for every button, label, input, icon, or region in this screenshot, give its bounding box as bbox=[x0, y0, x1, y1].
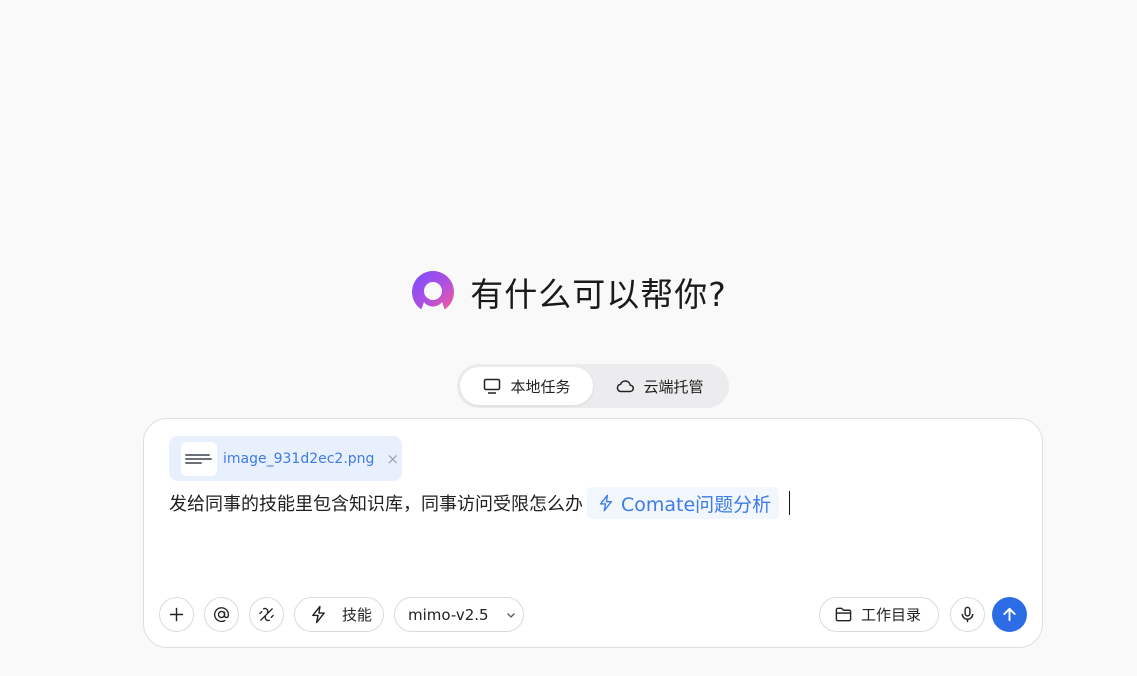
prompt-text[interactable]: 发给同事的技能里包含知识库，同事访问受限怎么办 bbox=[169, 490, 583, 516]
chevron-down-icon bbox=[506, 612, 515, 618]
remove-attachment-icon[interactable]: × bbox=[386, 450, 399, 468]
monitor-icon bbox=[484, 378, 501, 394]
lightning-icon bbox=[312, 605, 325, 624]
skill-chip-label: Comate问题分析 bbox=[621, 493, 772, 516]
plus-icon bbox=[169, 607, 184, 622]
folder-icon bbox=[835, 607, 852, 622]
lightning-icon bbox=[599, 494, 613, 512]
tools-button[interactable] bbox=[249, 597, 284, 632]
attachment-thumbnail bbox=[181, 441, 217, 476]
page-title: 有什么可以帮你? bbox=[470, 275, 727, 314]
cloud-icon bbox=[617, 380, 635, 393]
hero: 有什么可以帮你? bbox=[0, 268, 1137, 316]
tab-local-task[interactable]: 本地任务 bbox=[460, 367, 593, 405]
workdir-button[interactable]: 工作目录 bbox=[819, 597, 939, 632]
composer: image_931d2ec2.png × 发给同事的技能里包含知识库，同事访问受… bbox=[143, 418, 1043, 648]
prompt-input[interactable]: 发给同事的技能里包含知识库，同事访问受限怎么办 Comate问题分析 bbox=[169, 487, 791, 519]
tools-icon bbox=[259, 607, 274, 622]
add-button[interactable] bbox=[159, 597, 194, 632]
skills-button-label: 技能 bbox=[342, 606, 373, 624]
at-icon bbox=[214, 607, 230, 623]
text-caret bbox=[789, 491, 791, 515]
attachment-chip[interactable]: image_931d2ec2.png × bbox=[169, 436, 402, 481]
tab-cloud-hosted-label: 云端托管 bbox=[643, 377, 704, 396]
toolbar-right: 工作目录 bbox=[819, 597, 1027, 632]
app-logo-icon bbox=[412, 271, 455, 313]
model-select-value: mimo-v2.5 bbox=[408, 605, 489, 624]
model-select[interactable]: mimo-v2.5 bbox=[394, 597, 524, 632]
attachment-filename: image_931d2ec2.png bbox=[223, 450, 375, 467]
arrow-up-icon bbox=[1003, 607, 1016, 622]
mention-button[interactable] bbox=[204, 597, 239, 632]
mode-switch: 本地任务 云端托管 bbox=[457, 364, 729, 408]
skills-button[interactable]: 技能 bbox=[294, 597, 384, 632]
workdir-button-label: 工作目录 bbox=[861, 606, 922, 624]
voice-input-button[interactable] bbox=[950, 597, 985, 632]
skill-chip[interactable]: Comate问题分析 bbox=[587, 487, 780, 519]
tab-local-task-label: 本地任务 bbox=[510, 377, 571, 396]
tab-cloud-hosted[interactable]: 云端托管 bbox=[593, 367, 726, 405]
toolbar-left: 技能 mimo-v2.5 bbox=[159, 597, 524, 632]
send-button[interactable] bbox=[992, 597, 1027, 632]
microphone-icon bbox=[961, 606, 974, 623]
